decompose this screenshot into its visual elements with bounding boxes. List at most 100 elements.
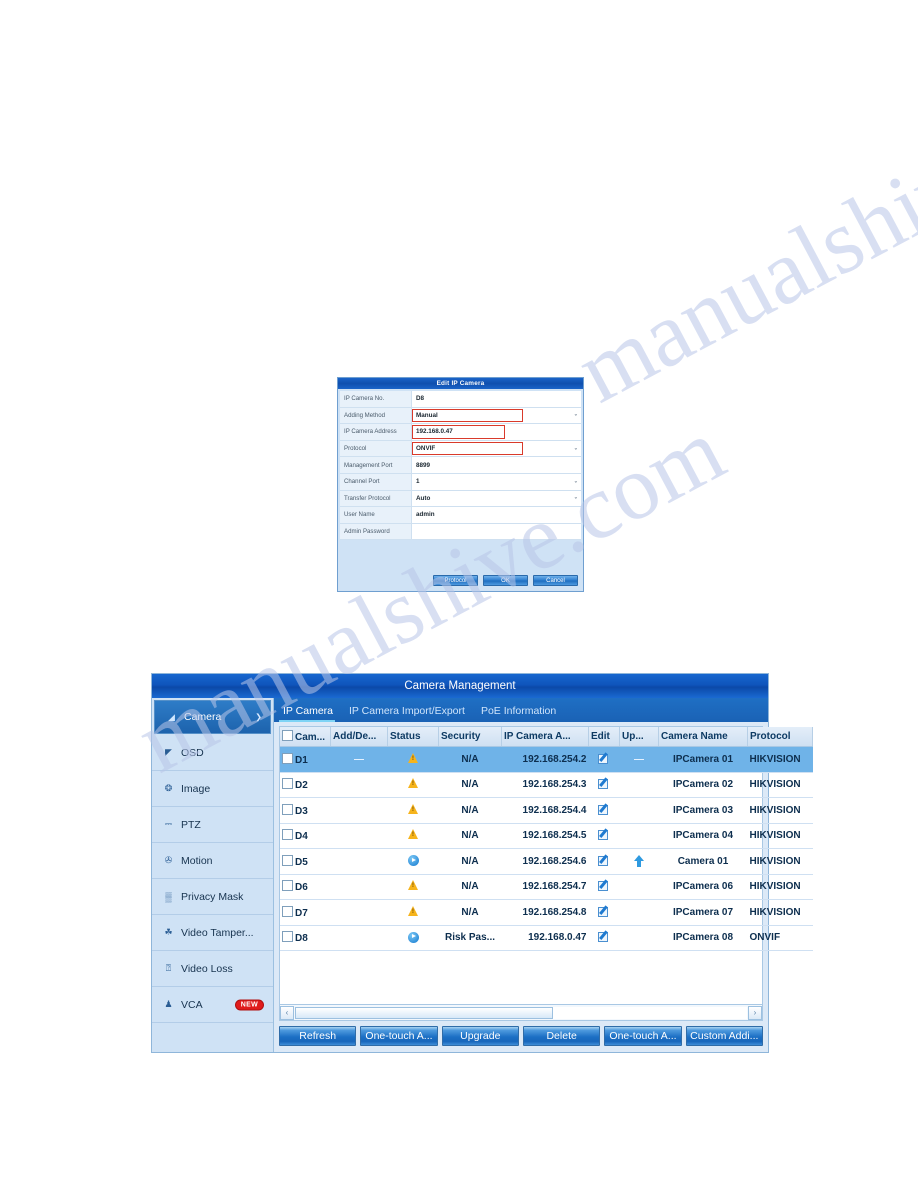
refresh-button[interactable]: Refresh — [279, 1026, 357, 1046]
column-header[interactable]: Protocol — [747, 727, 813, 747]
chevron-down-icon[interactable]: ⌄ — [574, 446, 578, 451]
cell-upgrade[interactable] — [619, 925, 659, 951]
column-header[interactable]: IP Camera A... — [501, 727, 589, 747]
delete-button[interactable]: Delete — [522, 1026, 601, 1046]
row-checkbox[interactable] — [282, 931, 293, 943]
cell-add-delete[interactable] — [330, 772, 388, 798]
scrollbar-thumb[interactable] — [295, 1006, 553, 1019]
one-touch-a-button[interactable]: One-touch A... — [360, 1026, 438, 1046]
column-header[interactable]: Add/De... — [330, 727, 388, 747]
row-checkbox[interactable] — [282, 803, 293, 815]
row-checkbox[interactable] — [282, 854, 293, 866]
sidebar-item-motion[interactable]: ✇ Motion — [152, 843, 273, 879]
dialog-field-input[interactable]: D8 — [412, 391, 581, 407]
tab-ip-camera[interactable]: IP Camera — [277, 704, 343, 722]
dialog-field-input[interactable] — [412, 524, 581, 540]
sidebar-item-image[interactable]: ❂ Image — [152, 771, 273, 807]
ok-button[interactable]: OK — [483, 575, 528, 586]
cell-upgrade[interactable] — [619, 874, 659, 900]
column-header[interactable]: Edit — [588, 727, 620, 747]
table-row[interactable]: D6 N/A192.168.254.7 IPCamera 06HIKVISION — [280, 874, 813, 900]
scroll-right-icon[interactable]: › — [748, 1005, 762, 1020]
column-header[interactable]: Cam... — [280, 727, 331, 747]
protocol-button[interactable]: Protocol — [433, 575, 478, 586]
dialog-field-input[interactable]: 8899 — [412, 457, 581, 473]
dialog-field-select[interactable]: 1 ⌄ — [412, 474, 581, 490]
dialog-field-select[interactable]: Auto ⌄ — [412, 491, 581, 507]
cell-upgrade[interactable]: — — [619, 746, 659, 773]
table-row[interactable]: D1 — N/A192.168.254.2 — IPCamera 01HIKVISION — [280, 746, 813, 773]
row-checkbox[interactable] — [282, 880, 293, 892]
table-row[interactable]: D7 N/A192.168.254.8 IPCamera 07HIKVISION — [280, 899, 813, 926]
select-all-checkbox[interactable] — [282, 730, 293, 741]
cell-edit[interactable] — [588, 848, 620, 875]
table-row[interactable]: D3 N/A192.168.254.4 IPCamera 03HIKVISION — [280, 797, 813, 824]
cell-add-delete[interactable] — [330, 874, 388, 900]
upgrade-arrow-icon[interactable] — [633, 854, 645, 867]
dialog-field-list: IP Camera No. D8 Adding Method Manual ⌄ IP Ca… — [338, 389, 583, 541]
column-header[interactable]: Up... — [619, 727, 659, 747]
chevron-down-icon[interactable]: ⌄ — [574, 412, 578, 418]
cell-edit[interactable] — [588, 899, 620, 926]
cell-add-delete[interactable] — [330, 899, 388, 926]
edit-icon[interactable] — [598, 906, 610, 917]
cell-edit[interactable] — [588, 823, 620, 849]
dialog-field-select[interactable]: ONVIF ⌄ — [412, 441, 581, 457]
edit-icon[interactable] — [598, 753, 610, 764]
cancel-button[interactable]: Cancel — [533, 575, 578, 586]
scroll-left-icon[interactable]: ‹ — [280, 1005, 294, 1020]
one-touch-a-button[interactable]: One-touch A... — [604, 1026, 682, 1046]
cell-upgrade[interactable] — [619, 848, 659, 875]
dialog-field-select[interactable]: Manual ⌄ — [412, 408, 581, 424]
cell-edit[interactable] — [588, 746, 620, 773]
table-row[interactable]: D2 N/A192.168.254.3 IPCamera 02HIKVISION — [280, 772, 813, 798]
row-checkbox[interactable] — [282, 778, 293, 790]
table-row[interactable]: D4 N/A192.168.254.5 IPCamera 04HIKVISION — [280, 823, 813, 849]
sidebar-item-camera[interactable]: ◢ Camera ❯ — [154, 700, 271, 734]
column-header[interactable]: Security — [438, 727, 502, 747]
tab-ip-camera-import-export[interactable]: IP Camera Import/Export — [343, 704, 475, 722]
sidebar-item-video-tamper[interactable]: ☘ Video Tamper... — [152, 915, 273, 951]
edit-icon[interactable] — [598, 804, 610, 815]
edit-icon[interactable] — [598, 880, 610, 892]
chevron-down-icon[interactable]: ⌄ — [574, 479, 578, 484]
edit-icon[interactable] — [598, 778, 610, 790]
row-checkbox[interactable] — [282, 905, 293, 917]
dialog-field-row: Transfer Protocol Auto ⌄ — [340, 490, 581, 508]
cell-edit[interactable] — [588, 772, 620, 798]
row-checkbox[interactable] — [282, 752, 293, 764]
sidebar-item-osd[interactable]: ◤ OSD — [152, 735, 273, 771]
sidebar-item-vca[interactable]: ♟ VCA NEW — [152, 987, 273, 1023]
cell-upgrade[interactable] — [619, 772, 659, 798]
scrollbar-track[interactable] — [295, 1006, 747, 1019]
sidebar-item-video-loss[interactable]: ⍰ Video Loss — [152, 951, 273, 987]
edit-icon[interactable] — [598, 829, 610, 841]
cell-add-delete[interactable] — [330, 925, 388, 951]
edit-icon[interactable] — [598, 931, 610, 943]
upgrade-button[interactable]: Upgrade — [441, 1026, 519, 1046]
cell-add-delete[interactable] — [330, 823, 388, 849]
column-header[interactable]: Status — [387, 727, 439, 747]
dialog-field-input[interactable]: admin — [412, 507, 581, 523]
row-checkbox[interactable] — [282, 829, 293, 841]
cell-edit[interactable] — [588, 874, 620, 900]
cell-add-delete[interactable]: — — [330, 746, 388, 773]
edit-icon[interactable] — [598, 855, 610, 866]
dialog-field-input[interactable]: 192.168.0.47 — [412, 424, 581, 440]
horizontal-scrollbar[interactable]: ‹ › — [279, 1005, 763, 1021]
sidebar-item-ptz[interactable]: ⎓ PTZ — [152, 807, 273, 843]
table-row[interactable]: D8 Risk Pas... 192.168.0.47 IPCamera 08 ONVI… — [280, 925, 813, 951]
custom-addi-button[interactable]: Custom Addi... — [685, 1026, 763, 1046]
cell-upgrade[interactable] — [619, 899, 659, 926]
table-row[interactable]: D5 N/A 192.168.254.6 Camera 01 HIKVISION — [280, 848, 813, 875]
cell-add-delete[interactable] — [330, 797, 388, 824]
tab-poe-information[interactable]: PoE Information — [475, 704, 566, 722]
sidebar-item-privacy-mask[interactable]: ▒ Privacy Mask — [152, 879, 273, 915]
column-header[interactable]: Camera Name — [658, 727, 748, 747]
cell-add-delete[interactable] — [330, 848, 388, 875]
cell-upgrade[interactable] — [619, 797, 659, 824]
chevron-down-icon[interactable]: ⌄ — [574, 495, 578, 501]
cell-upgrade[interactable] — [619, 823, 659, 849]
cell-edit[interactable] — [588, 925, 620, 951]
cell-edit[interactable] — [588, 797, 620, 824]
